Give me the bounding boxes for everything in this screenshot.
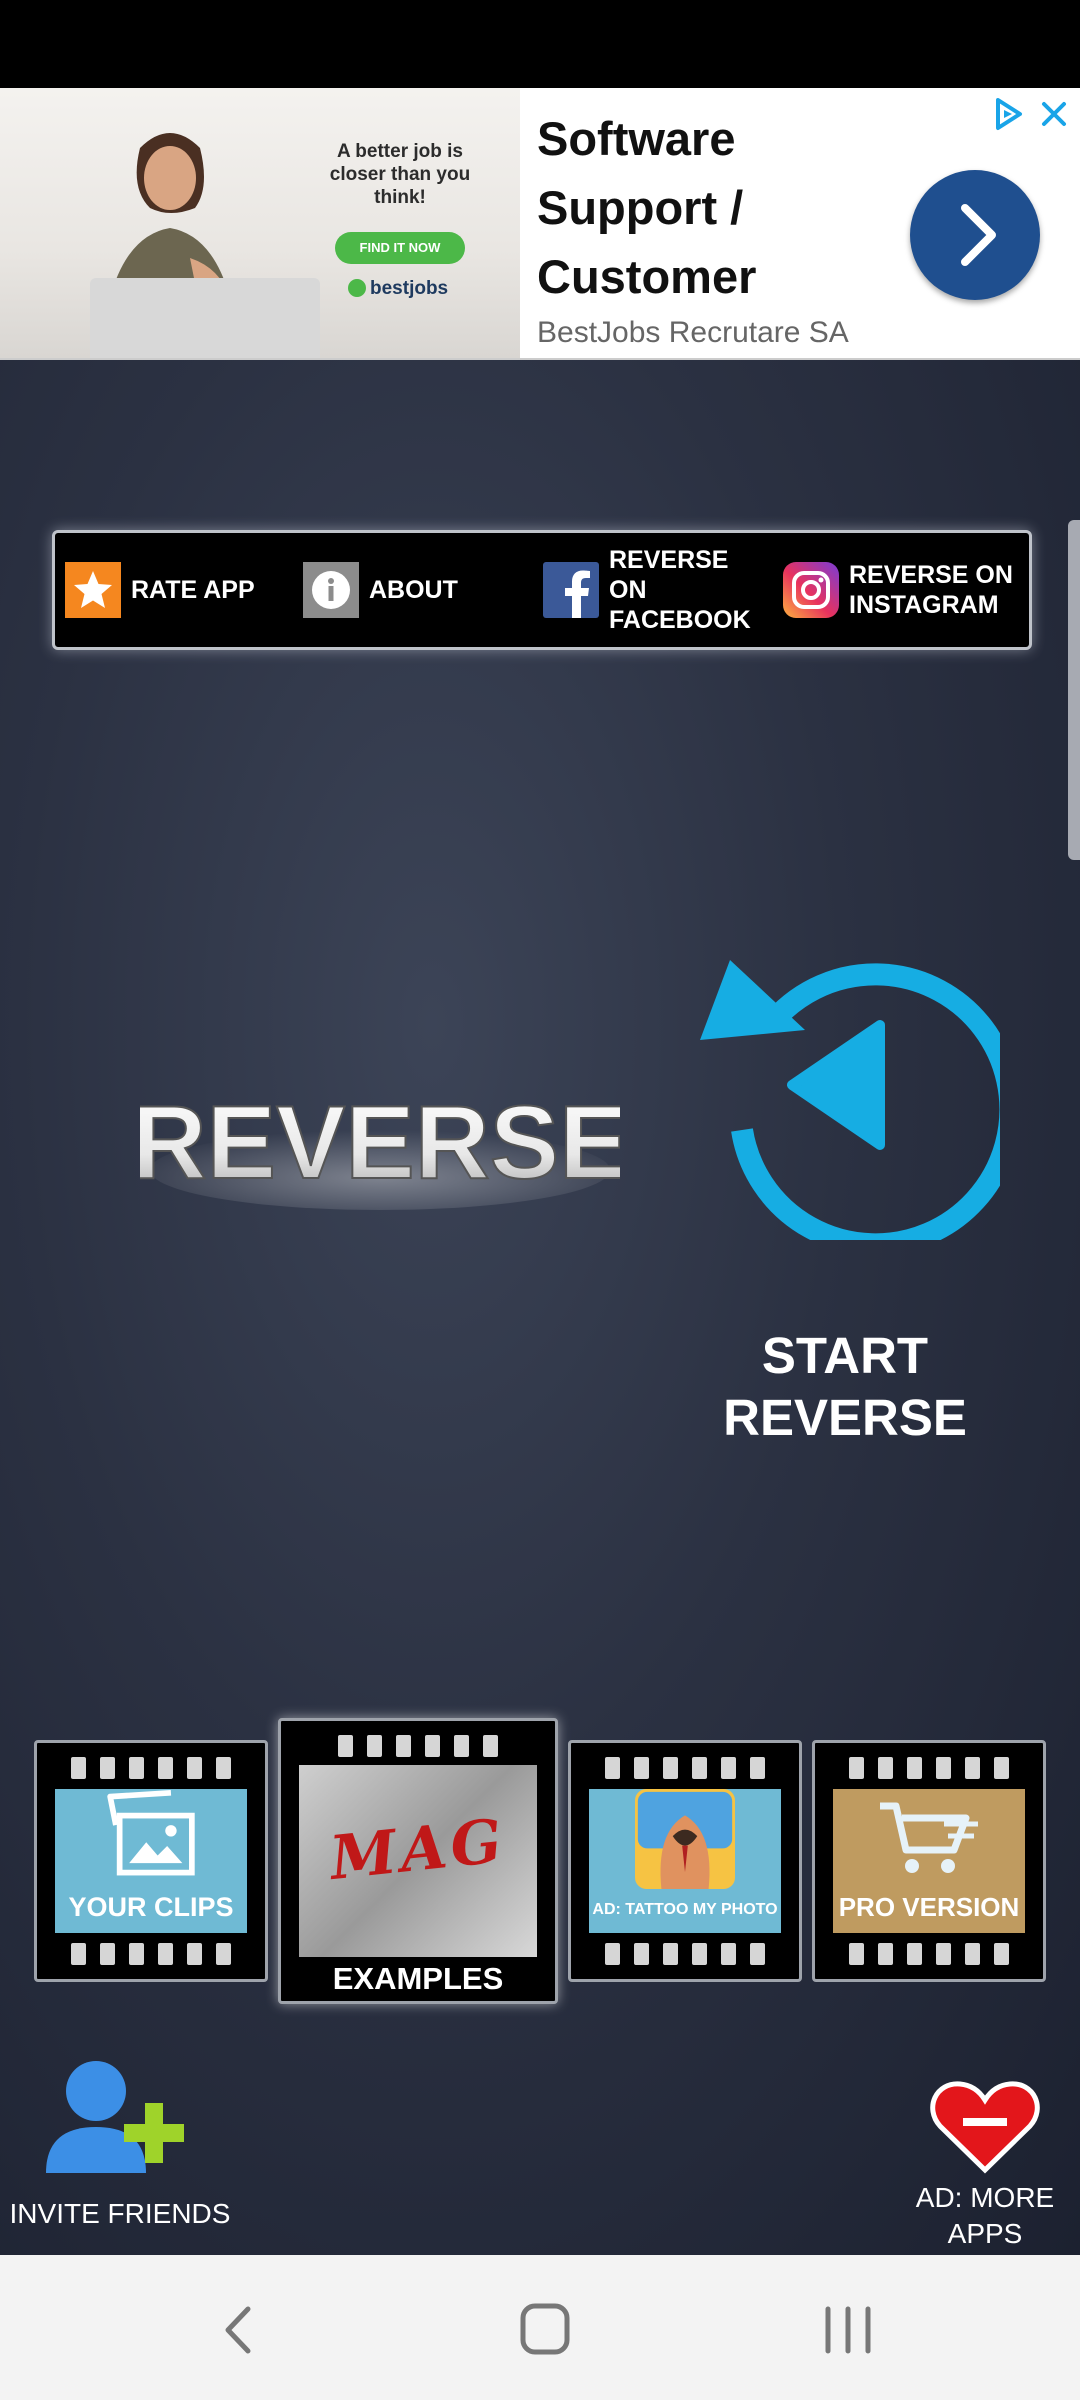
info-icon (303, 562, 359, 618)
back-icon[interactable] (200, 2295, 280, 2365)
film-holes-top (37, 1757, 265, 1779)
start-reverse-button[interactable]: START REVERSE (680, 1325, 1010, 1449)
instagram-icon (783, 562, 839, 618)
close-icon[interactable] (1036, 96, 1072, 132)
ad-advertiser: BestJobs Recrutare SA (537, 316, 849, 349)
examples-art: MAG (299, 1765, 537, 1957)
system-nav-bar (0, 2255, 1080, 2400)
film-holes-top (815, 1757, 1043, 1779)
reverse-play-icon[interactable] (690, 930, 1000, 1240)
bestjobs-logo-icon (348, 279, 366, 297)
film-holes-top (281, 1735, 555, 1757)
add-user-icon[interactable] (44, 2055, 194, 2175)
pro-version-label: PRO VERSION (838, 1892, 1020, 1922)
top-menu: RATE APP ABOUT REVERSE ON FACEBOOK REVER… (52, 530, 1032, 650)
ad-brand-label: bestjobs (370, 278, 449, 299)
your-clips-tile[interactable]: YOUR CLIPS (34, 1740, 268, 1982)
examples-label: EXAMPLES (332, 1961, 504, 1996)
more-apps-button[interactable]: AD: MORE APPS (895, 2180, 1075, 2252)
instagram-label: REVERSE ON INSTAGRAM (849, 561, 1013, 619)
ad-find-it-now-button[interactable]: FIND IT NOW (335, 232, 465, 264)
ad-laptop-image (90, 278, 320, 358)
rate-app-button[interactable]: RATE APP (65, 533, 255, 647)
scrollbar[interactable] (1068, 520, 1080, 860)
invite-friends-button[interactable]: INVITE FRIENDS (0, 2198, 240, 2230)
star-icon (65, 562, 121, 618)
tattoo-ad-tile[interactable]: AD: TATTOO MY PHOTO (568, 1740, 802, 1982)
pro-version-tile[interactable]: PRO VERSION (812, 1740, 1046, 1982)
ad-image-tagline: A better job is closer than you think! (329, 141, 471, 208)
ad-banner[interactable]: A better job is closer than you think! F… (0, 88, 1080, 360)
film-holes-bottom (571, 1943, 799, 1965)
chevron-right-icon (961, 204, 996, 266)
facebook-button[interactable]: REVERSE ON FACEBOOK (543, 533, 783, 647)
tattoo-app-icon (635, 1789, 735, 1889)
your-clips-art: YOUR CLIPS (55, 1789, 247, 1933)
examples-art-text: MAG (326, 1805, 510, 1895)
tattoo-art: AD: TATTOO MY PHOTO (589, 1789, 781, 1933)
film-holes-top (571, 1757, 799, 1779)
your-clips-label: YOUR CLIPS (68, 1892, 234, 1922)
rate-app-label: RATE APP (131, 575, 255, 604)
recents-icon[interactable] (808, 2295, 888, 2365)
pro-version-art: PRO VERSION (833, 1789, 1025, 1933)
instagram-button[interactable]: REVERSE ON INSTAGRAM (783, 533, 1023, 647)
home-icon[interactable] (505, 2295, 585, 2365)
tattoo-label: AD: TATTOO MY PHOTO (592, 1901, 778, 1918)
about-button[interactable]: ABOUT (303, 533, 458, 647)
examples-tile[interactable]: MAG EXAMPLES (278, 1718, 558, 2004)
about-label: ABOUT (369, 575, 458, 604)
ad-image[interactable]: A better job is closer than you think! F… (0, 88, 520, 358)
heart-icon[interactable] (930, 2078, 1040, 2176)
reverse-logo: REVERSE (140, 1084, 620, 1210)
cart-icon (880, 1802, 978, 1873)
gallery-icon (107, 1789, 195, 1876)
ad-choices-icon[interactable] (990, 96, 1026, 132)
facebook-icon (543, 562, 599, 618)
ad-brand-logo: bestjobs (348, 278, 448, 300)
facebook-label: REVERSE ON FACEBOOK (609, 546, 751, 634)
ad-open-button[interactable] (910, 170, 1040, 300)
film-holes-bottom (815, 1943, 1043, 1965)
film-holes-bottom (37, 1943, 265, 1965)
reverse-logo-text: REVERSE (140, 1085, 620, 1201)
status-bar (0, 0, 1080, 88)
ad-headline[interactable]: Software Support / Customer (537, 104, 897, 311)
